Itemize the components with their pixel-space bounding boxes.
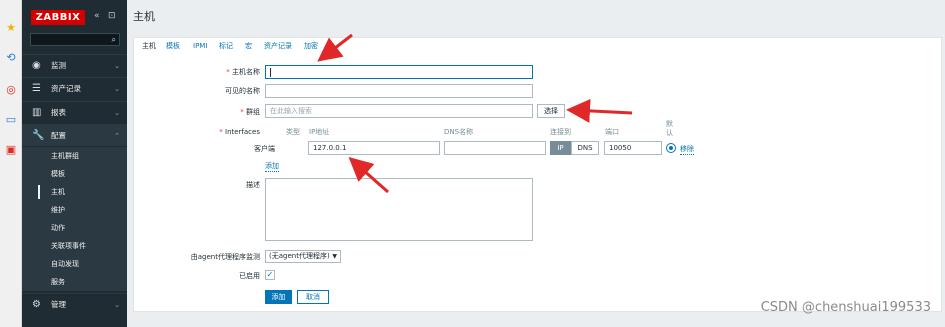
menu-label: 资产记录 — [51, 84, 81, 93]
zabbix-logo[interactable]: ZABBIX — [31, 10, 85, 25]
tab-tags[interactable]: 标记 — [219, 41, 233, 51]
add-button[interactable]: 添加 — [265, 290, 292, 304]
col-default: 默认 — [666, 120, 673, 137]
col-port: 端口 — [605, 128, 619, 136]
chevron-down-icon: ⌄ — [114, 85, 120, 93]
weibo-icon[interactable]: ◎ — [5, 84, 17, 96]
enabled-checkbox[interactable]: ✓ — [265, 270, 275, 280]
menu-monitoring[interactable]: ◉ 监测 ⌄ — [22, 54, 127, 76]
cancel-button[interactable]: 取消 — [297, 290, 329, 304]
interfaces-label: * Interfaces — [219, 128, 260, 136]
search-icon[interactable]: ⌕ — [112, 35, 116, 45]
browser-side-strip: ★ ⟲ ◎ ▭ ▣ — [0, 0, 22, 327]
tab-encryption[interactable]: 加密 — [304, 41, 318, 51]
eye-icon: ◉ — [32, 60, 41, 71]
submenu-actions[interactable]: 动作 — [22, 219, 127, 237]
office-icon[interactable]: ▣ — [5, 144, 17, 156]
submenu-discovery[interactable]: 自动发现 — [22, 255, 127, 273]
proxy-select[interactable]: (无agent代理程序) ▼ — [265, 250, 341, 263]
chevron-down-icon: ⌄ — [114, 109, 120, 117]
list-icon: ☰ — [32, 83, 41, 94]
menu-label: 配置 — [51, 131, 66, 140]
menu-label: 管理 — [51, 300, 66, 309]
submenu-host-groups[interactable]: 主机群组 — [22, 147, 127, 165]
menu-label: 报表 — [51, 108, 66, 117]
connect-dns-toggle[interactable]: DNS — [571, 141, 599, 155]
submenu-label: 维护 — [51, 206, 65, 214]
menu-configuration[interactable]: 🔧 配置 ⌃ — [22, 124, 127, 146]
col-dns: DNS名称 — [444, 128, 474, 136]
window-icon[interactable]: ▭ — [5, 114, 17, 126]
star-icon[interactable]: ★ — [5, 22, 17, 34]
proxy-label: 由agent代理程序监测 — [190, 253, 260, 261]
submenu-label: 自动发现 — [51, 260, 79, 268]
kiosk-mode-icon[interactable]: ⊡ — [108, 11, 116, 21]
interface-ip-input[interactable]: 127.0.0.1 — [308, 141, 440, 155]
interface-type: 客户端 — [254, 145, 275, 153]
menu-inventory[interactable]: ☰ 资产记录 ⌄ — [22, 77, 127, 99]
chevron-down-icon: ⌄ — [114, 301, 120, 309]
interface-port-input[interactable]: 10050 — [604, 141, 662, 155]
description-label: 描述 — [246, 181, 260, 189]
sidebar-search-input[interactable]: ⌕ — [30, 33, 120, 46]
col-connect-to: 连接到 — [550, 128, 571, 136]
submenu-label: 关联项事件 — [51, 242, 86, 250]
col-ip: IP地址 — [309, 128, 330, 136]
connect-ip-toggle[interactable]: IP — [550, 141, 571, 155]
page-title: 主机 — [133, 10, 155, 23]
menu-administration[interactable]: ⚙ 管理 ⌄ — [22, 293, 127, 315]
chevron-down-icon: ⌄ — [114, 62, 120, 70]
tab-templates[interactable]: 模板 — [166, 41, 180, 51]
groups-label: * 群组 — [240, 108, 260, 116]
submenu-label: 服务 — [51, 278, 65, 286]
tab-inventory[interactable]: 资产记录 — [264, 41, 292, 51]
tab-bar: 主机 模板 IPMI 标记 宏 资产记录 加密 — [134, 38, 943, 54]
enabled-label: 已启用 — [239, 272, 260, 280]
menu-reports[interactable]: ▥ 报表 ⌄ — [22, 101, 127, 123]
wrench-icon: 🔧 — [32, 130, 45, 141]
host-form-panel: 主机 模板 IPMI 标记 宏 资产记录 加密 * 主机名称 可见的名称 * 群… — [133, 37, 942, 312]
chevron-up-icon: ⌃ — [114, 132, 120, 140]
dropdown-arrow-icon: ▼ — [332, 253, 337, 260]
hostname-input[interactable] — [265, 65, 533, 79]
select-groups-button[interactable]: 选择 — [537, 104, 565, 118]
submenu-services[interactable]: 服务 — [22, 273, 127, 291]
submenu-label: 动作 — [51, 224, 65, 232]
visible-name-label: 可见的名称 — [225, 87, 260, 95]
menu-label: 监测 — [51, 61, 66, 70]
add-interface-link[interactable]: 添加 — [265, 161, 279, 172]
default-interface-radio[interactable] — [666, 143, 676, 153]
collapse-sidebar-icon[interactable]: « — [94, 11, 100, 21]
submenu-label: 主机群组 — [51, 152, 79, 160]
visible-name-input[interactable] — [265, 84, 533, 98]
groups-search-input[interactable]: 在此输入搜索 — [265, 104, 533, 118]
submenu-label: 主机 — [51, 188, 65, 196]
remove-interface-link[interactable]: 移除 — [680, 144, 694, 155]
tab-ipmi[interactable]: IPMI — [193, 41, 207, 51]
csdn-watermark: CSDN @chenshuai199533 — [760, 300, 931, 315]
gear-icon: ⚙ — [32, 299, 41, 310]
col-type: 类型 — [286, 128, 300, 136]
submenu-label: 模板 — [51, 170, 65, 178]
submenu-maintenance[interactable]: 维护 — [22, 201, 127, 219]
tab-macros[interactable]: 宏 — [245, 41, 252, 51]
submenu-event-correlation[interactable]: 关联项事件 — [22, 237, 127, 255]
sidebar: ZABBIX « ⊡ ⌕ ◉ 监测 ⌄ ☰ 资产记录 ⌄ ▥ 报表 ⌄ 🔧 配置… — [22, 0, 127, 327]
hostname-label: * 主机名称 — [226, 68, 260, 76]
chart-icon: ▥ — [32, 107, 42, 118]
submenu-hosts[interactable]: 主机 — [22, 183, 127, 201]
description-textarea[interactable] — [265, 178, 533, 241]
submenu-templates[interactable]: 模板 — [22, 165, 127, 183]
history-icon[interactable]: ⟲ — [5, 52, 17, 64]
tab-host[interactable]: 主机 — [142, 41, 156, 51]
interface-dns-input[interactable] — [444, 141, 546, 155]
